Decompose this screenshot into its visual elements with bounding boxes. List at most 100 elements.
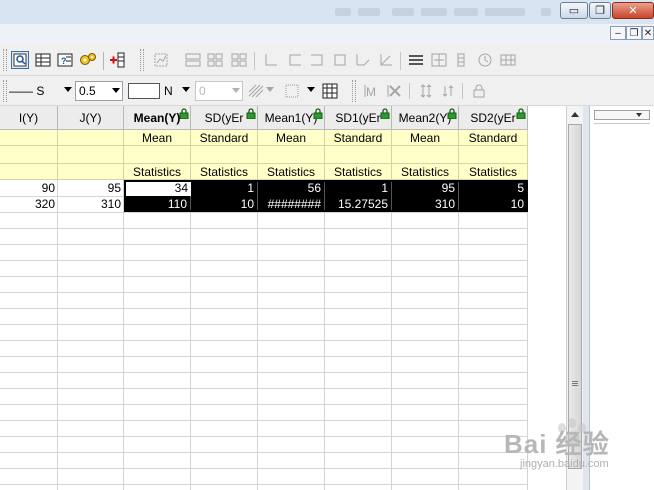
column-split-icon[interactable]: [452, 51, 470, 69]
zoom-icon[interactable]: [11, 51, 29, 69]
table-cell[interactable]: 1: [325, 180, 392, 196]
settings-gears-icon[interactable]: [79, 51, 97, 69]
table-cell[interactable]: 310: [58, 196, 124, 212]
layout-grid-icon[interactable]: [230, 51, 248, 69]
metadata-cell[interactable]: Mean: [124, 130, 191, 146]
chevron-down-icon[interactable]: [636, 113, 642, 117]
metadata-cell[interactable]: [325, 146, 392, 164]
metadata-cell[interactable]: [58, 164, 124, 180]
hatch-pattern-icon[interactable]: [247, 82, 265, 100]
minimize-button[interactable]: ▭: [560, 2, 588, 19]
column-header[interactable]: Mean1(Y): [258, 106, 325, 130]
metadata-cell[interactable]: Statistics: [124, 164, 191, 180]
metadata-cell[interactable]: Statistics: [325, 164, 392, 180]
fill-color-combo[interactable]: N: [128, 81, 192, 101]
line-width-combo[interactable]: 0.5: [75, 81, 123, 101]
column-header[interactable]: J(Y): [58, 106, 124, 130]
table-cell[interactable]: 34: [124, 180, 191, 196]
child-minimize-button[interactable]: –: [610, 26, 626, 40]
layout-2-icon[interactable]: [184, 51, 202, 69]
metadata-cell[interactable]: Standard: [191, 130, 258, 146]
close-button[interactable]: ✕: [612, 2, 654, 19]
unmask-icon[interactable]: [386, 82, 404, 100]
line-style-combo[interactable]: —— S: [6, 81, 74, 101]
grid-line: [0, 372, 528, 373]
toolbar-grip[interactable]: [3, 49, 7, 71]
grid-line: [0, 452, 528, 453]
metadata-cell[interactable]: Mean: [392, 130, 459, 146]
column-header[interactable]: Mean(Y): [124, 106, 191, 130]
watermark-url: jingyan.baidu.com: [520, 458, 609, 470]
column-header[interactable]: SD(yEr: [191, 106, 258, 130]
table-cell[interactable]: 95: [58, 180, 124, 196]
metadata-cell[interactable]: Mean: [258, 130, 325, 146]
thumb-grip-line: [572, 383, 578, 384]
column-header[interactable]: Mean2(Y): [392, 106, 459, 130]
table-icon[interactable]: [499, 51, 517, 69]
column-header[interactable]: SD2(yEr: [459, 106, 528, 130]
table-cell[interactable]: 310: [392, 196, 459, 212]
metadata-cell[interactable]: [258, 146, 325, 164]
column-header[interactable]: SD1(yEr: [325, 106, 392, 130]
axis-box-icon[interactable]: [331, 51, 349, 69]
add-column-icon[interactable]: [108, 51, 126, 69]
toolbar-grip[interactable]: [140, 49, 144, 71]
toolbar-separator: [103, 52, 104, 70]
metadata-cell[interactable]: [191, 146, 258, 164]
table-cell[interactable]: ########: [258, 196, 325, 212]
shift-arrows-icon[interactable]: [439, 82, 457, 100]
lock-icon[interactable]: [470, 82, 488, 100]
table-cell[interactable]: 95: [392, 180, 459, 196]
watermark-brand: Bai 经验: [504, 429, 610, 459]
scroll-up-icon[interactable]: [571, 112, 579, 117]
table-cell[interactable]: 10: [459, 196, 528, 212]
table-cell[interactable]: 320: [0, 196, 58, 212]
worksheet-grid[interactable]: I(Y) J(Y) Mean(Y) SD(yEr Mean1(Y) SD1(yEr Mean…: [0, 106, 568, 490]
axis-3d-icon[interactable]: [354, 51, 372, 69]
metadata-cell[interactable]: [0, 130, 58, 146]
column-header[interactable]: I(Y): [0, 106, 58, 130]
chevron-down-icon[interactable]: [266, 87, 274, 92]
layer-arrange-icon[interactable]: [152, 51, 170, 69]
metadata-cell[interactable]: [124, 146, 191, 164]
metadata-cell[interactable]: [58, 146, 124, 164]
worksheet-icon[interactable]: [34, 51, 52, 69]
axis-frame-left-icon[interactable]: [286, 51, 304, 69]
spreadsheet-format-icon[interactable]: [321, 82, 339, 100]
metadata-cell[interactable]: Standard: [325, 130, 392, 146]
metadata-cell[interactable]: [459, 146, 528, 164]
axis-frame-right-icon[interactable]: [308, 51, 326, 69]
metadata-cell[interactable]: [0, 164, 58, 180]
table-cell[interactable]: 15.27525: [325, 196, 392, 212]
restore-button[interactable]: ❐: [589, 2, 611, 19]
layout-4-icon[interactable]: [206, 51, 224, 69]
axis-corner-icon[interactable]: [377, 51, 395, 69]
metadata-cell[interactable]: [392, 146, 459, 164]
toolbar-grip[interactable]: [352, 80, 356, 102]
mask-icon[interactable]: M: [363, 82, 381, 100]
vertical-arrows-icon[interactable]: [417, 82, 435, 100]
metadata-cell[interactable]: [58, 130, 124, 146]
chevron-down-icon[interactable]: [307, 87, 315, 92]
axis-l-icon[interactable]: [262, 51, 280, 69]
border-icon[interactable]: [283, 82, 301, 100]
table-cell[interactable]: 56: [258, 180, 325, 196]
table-cell[interactable]: 1: [191, 180, 258, 196]
notes-icon[interactable]: ?: [56, 51, 74, 69]
table-cell[interactable]: 5: [459, 180, 528, 196]
metadata-cell[interactable]: Statistics: [191, 164, 258, 180]
metadata-cell[interactable]: Statistics: [258, 164, 325, 180]
child-close-button[interactable]: ✕: [642, 26, 654, 40]
table-cell[interactable]: 90: [0, 180, 58, 196]
metadata-cell[interactable]: Statistics: [459, 164, 528, 180]
metadata-cell[interactable]: Statistics: [392, 164, 459, 180]
pattern-value-combo[interactable]: 0: [195, 81, 243, 101]
table-cell[interactable]: 110: [124, 196, 191, 212]
metadata-cell[interactable]: Standard: [459, 130, 528, 146]
child-restore-button[interactable]: ❐: [626, 26, 642, 40]
table-cell[interactable]: 10: [191, 196, 258, 212]
metadata-cell[interactable]: [0, 146, 58, 164]
rows-icon[interactable]: [407, 51, 425, 69]
merge-icon[interactable]: [430, 51, 448, 69]
clock-icon[interactable]: [476, 51, 494, 69]
